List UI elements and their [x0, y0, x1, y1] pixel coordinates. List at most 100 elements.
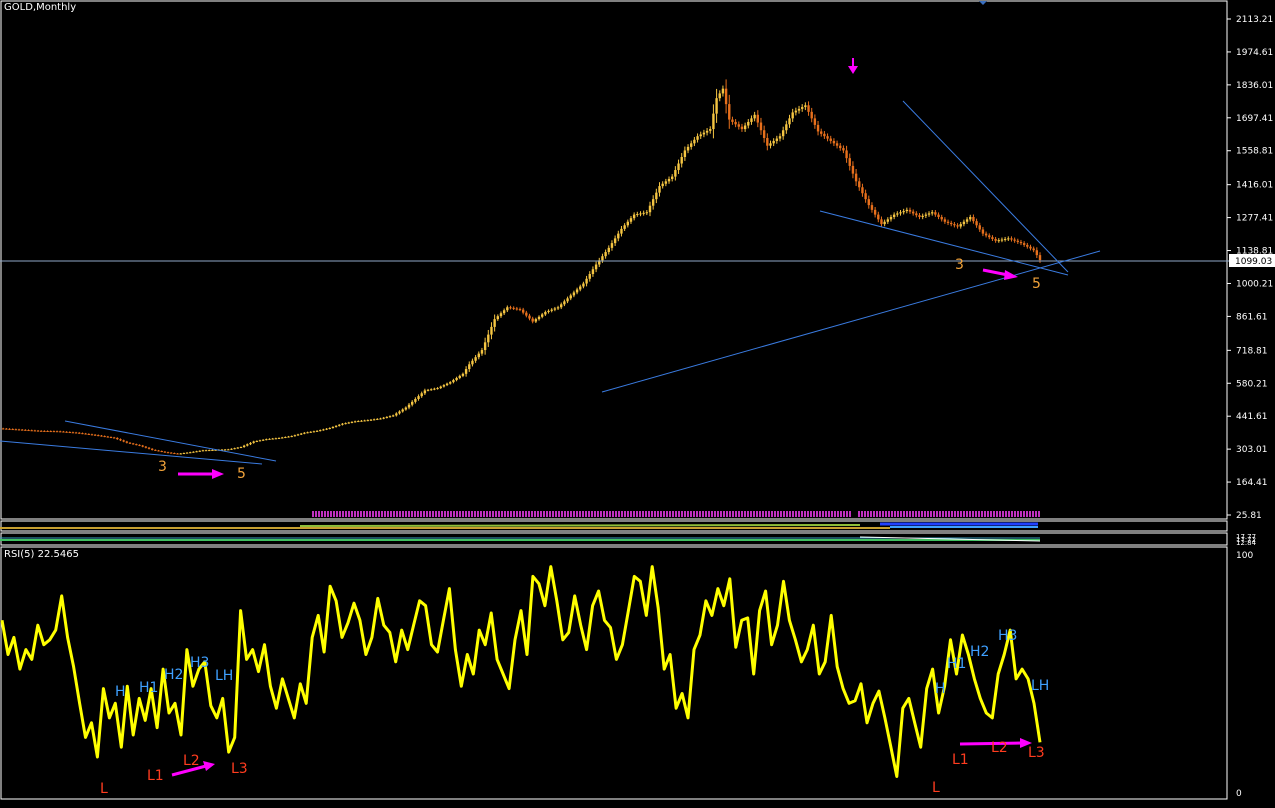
histogram-bar [882, 511, 884, 517]
histogram-bar [843, 511, 845, 517]
histogram-bar [861, 511, 863, 517]
histogram-bar [942, 511, 944, 517]
histogram-bar [447, 511, 449, 517]
histogram-bar [1008, 511, 1010, 517]
histogram-bar [684, 511, 686, 517]
histogram-bar [387, 511, 389, 517]
histogram-bar [399, 511, 401, 517]
histogram-bar [813, 511, 815, 517]
histogram-bar [426, 511, 428, 517]
histogram-bar [525, 511, 527, 517]
histogram-bar [507, 511, 509, 517]
histogram-bar [1017, 511, 1019, 517]
histogram-bar [681, 511, 683, 517]
histogram-bar [348, 511, 350, 517]
rsi-label-L3: L3 [231, 761, 248, 777]
histogram-bar [972, 511, 974, 517]
histogram-bar [819, 511, 821, 517]
histogram-bar [411, 511, 413, 517]
histogram-bar [360, 511, 362, 517]
histogram-bar [1035, 511, 1037, 517]
histogram-bar [858, 511, 860, 517]
histogram-bar [642, 511, 644, 517]
histogram-bar [633, 511, 635, 517]
histogram-bar [453, 511, 455, 517]
histogram-bar [735, 511, 737, 517]
histogram-bar [786, 511, 788, 517]
histogram-bar [822, 511, 824, 517]
histogram-bar [930, 511, 932, 517]
histogram-bar [471, 511, 473, 517]
histogram-bar [591, 511, 593, 517]
histogram-bar [996, 511, 998, 517]
histogram-bar [495, 511, 497, 517]
histogram-bar [957, 511, 959, 517]
histogram-bar [738, 511, 740, 517]
histogram-bar [438, 511, 440, 517]
histogram-bar [366, 511, 368, 517]
histogram-bar [792, 511, 794, 517]
histogram-bar [825, 511, 827, 517]
rsi-label-H3-right: H3 [998, 628, 1017, 644]
histogram-bar [423, 511, 425, 517]
histogram-bar [585, 511, 587, 517]
rsi-label-H2: H2 [164, 667, 183, 683]
histogram-bar [549, 511, 551, 517]
price-axis-label: 164.41 [1236, 478, 1268, 488]
price-panel [0, 0, 1228, 520]
rsi-label-L-right: L [932, 780, 940, 796]
strip-label-3: 12.84 [1236, 539, 1257, 547]
price-axis: 2113.21 1974.61 1836.01 1697.41 1558.81 1416.… [1227, 15, 1273, 521]
histogram-bar [405, 511, 407, 517]
histogram-bar [912, 511, 914, 517]
rsi-label-H-right: H [935, 681, 946, 697]
histogram-bar [474, 511, 476, 517]
price-axis-label: 1974.61 [1236, 48, 1273, 58]
rsi-label-L1-right: L1 [952, 752, 969, 768]
histogram-bar [612, 511, 614, 517]
rsi-label-H1: H1 [139, 680, 158, 696]
histogram-bar [594, 511, 596, 517]
histogram-bar [630, 511, 632, 517]
histogram-bar [375, 511, 377, 517]
histogram-bar [873, 511, 875, 517]
histogram-bar [894, 511, 896, 517]
price-axis-label: 1000.21 [1236, 279, 1273, 289]
histogram-bar [723, 511, 725, 517]
histogram-bar [573, 511, 575, 517]
histogram-bar [504, 511, 506, 517]
histogram-bar [801, 511, 803, 517]
price-axis-label: 303.01 [1236, 445, 1268, 455]
histogram-bar [1020, 511, 1022, 517]
histogram-bar [993, 511, 995, 517]
histogram-bar [714, 511, 716, 517]
histogram-bar [945, 511, 947, 517]
histogram-bar [561, 511, 563, 517]
histogram-bar [966, 511, 968, 517]
histogram-bar [744, 511, 746, 517]
rsi-axis-0: 0 [1236, 789, 1242, 799]
histogram-bar [432, 511, 434, 517]
histogram-bar [867, 511, 869, 517]
histogram-bar [702, 511, 704, 517]
price-axis-label: 1558.81 [1236, 147, 1273, 157]
histogram-bar [849, 511, 851, 517]
price-axis-label: 718.81 [1236, 346, 1268, 356]
histogram-bar [666, 511, 668, 517]
histogram-bar [588, 511, 590, 517]
histogram-bar [363, 511, 365, 517]
histogram-bar [654, 511, 656, 517]
histogram-bar [1011, 511, 1013, 517]
histogram-bar [984, 511, 986, 517]
histogram-bar [396, 511, 398, 517]
histogram-bar [900, 511, 902, 517]
histogram-bar [696, 511, 698, 517]
histogram-bar [516, 511, 518, 517]
histogram-bar [324, 511, 326, 517]
histogram-bar [750, 511, 752, 517]
histogram-bar [705, 511, 707, 517]
histogram-bar [489, 511, 491, 517]
histogram-bar [879, 511, 881, 517]
histogram-bar [753, 511, 755, 517]
histogram-bar [840, 511, 842, 517]
